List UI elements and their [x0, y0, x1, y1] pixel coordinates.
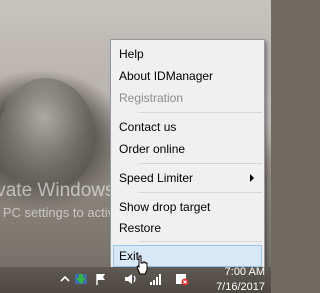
menu-item-label: Order online	[119, 142, 186, 156]
menu-separator	[139, 192, 262, 193]
menu-item-about[interactable]: About IDManager	[113, 65, 262, 87]
tray-context-menu: Help About IDManager Registration Contac…	[110, 39, 265, 270]
menu-item-speed-limiter[interactable]: Speed Limiter	[113, 167, 262, 189]
menu-item-label: Contact us	[119, 120, 177, 134]
wallpaper-figure	[0, 78, 95, 188]
menu-item-label: Speed Limiter	[119, 171, 194, 185]
menu-item-label: Registration	[119, 91, 184, 105]
menu-item-restore[interactable]: Restore	[113, 217, 262, 239]
menu-item-show-drop-target[interactable]: Show drop target	[113, 196, 262, 218]
menu-item-order-online[interactable]: Order online	[113, 138, 262, 160]
submenu-arrow-icon	[250, 174, 254, 182]
menu-separator	[139, 112, 262, 113]
menu-item-label: Show drop target	[119, 200, 211, 214]
network-icon[interactable]	[149, 272, 163, 286]
show-hidden-icons-icon[interactable]	[58, 272, 72, 286]
menu-item-label: Help	[119, 47, 144, 61]
flag-icon[interactable]	[94, 272, 108, 286]
menu-item-contact-us[interactable]: Contact us	[113, 116, 262, 138]
idm-tray-icon[interactable]	[74, 272, 88, 286]
menu-separator	[139, 163, 262, 164]
menu-separator	[139, 241, 262, 242]
menu-item-registration: Registration	[113, 87, 262, 109]
clock-date[interactable]: 7/16/2017	[216, 281, 265, 293]
clock-time[interactable]: 7:00 AM	[225, 266, 265, 278]
action-center-icon[interactable]	[175, 272, 189, 286]
activation-watermark-title: ivate Windows	[0, 180, 115, 201]
menu-item-help[interactable]: Help	[113, 43, 262, 65]
hand-cursor-icon	[136, 255, 148, 275]
menu-item-label: Restore	[119, 221, 162, 235]
menu-item-label: About IDManager	[119, 69, 214, 83]
